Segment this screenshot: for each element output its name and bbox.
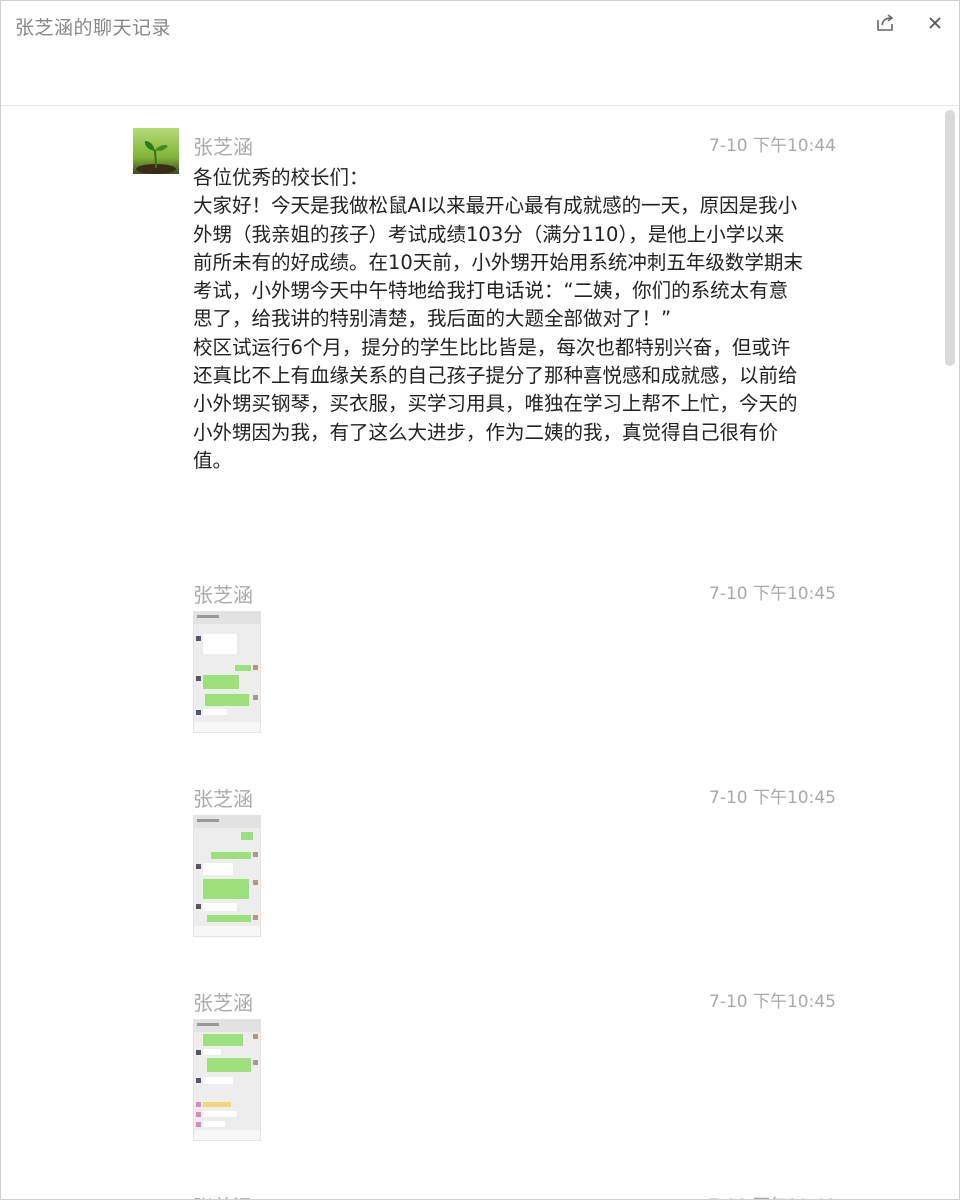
- message-time: 7-10 下午10:48: [709, 1191, 836, 1199]
- message-line: 各位优秀的校长们：: [193, 166, 369, 189]
- message-time: 7-10 下午10:44: [709, 136, 836, 156]
- title-bar: 张芝涵的聊天记录: [1, 1, 959, 106]
- share-icon[interactable]: [873, 11, 897, 35]
- sender-name: 张芝涵: [193, 135, 253, 159]
- close-icon[interactable]: [923, 11, 947, 35]
- message-time: 7-10 下午10:45: [709, 992, 836, 1012]
- message-time: 7-10 下午10:45: [709, 788, 836, 808]
- window-title: 张芝涵的聊天记录: [15, 17, 172, 39]
- chat-screenshot-thumbnail[interactable]: [193, 611, 261, 733]
- chat-screenshot-thumbnail[interactable]: [193, 815, 261, 937]
- message-line: 校区试运行6个月，提分的学生比比皆是，每次也都特别兴奋，但或许还真比不上有血缘关…: [193, 335, 798, 472]
- message-text: 各位优秀的校长们： 大家好！今天是我做松鼠AI以来最开心最有成就感的一天，原因是…: [193, 164, 803, 475]
- sender-name: 张芝涵: [193, 1191, 253, 1199]
- scrollbar[interactable]: [945, 110, 955, 366]
- avatar[interactable]: [133, 128, 179, 174]
- sender-name: 张芝涵: [193, 787, 253, 811]
- message-list[interactable]: 张芝涵 7-10 下午10:44 各位优秀的校长们： 大家好！今天是我做松鼠AI…: [1, 106, 959, 1199]
- sender-name: 张芝涵: [193, 991, 253, 1015]
- message-line: 大家好！今天是我做松鼠AI以来最开心最有成就感的一天，原因是我小外甥（我亲姐的孩…: [193, 194, 803, 331]
- chat-history-window: 张芝涵的聊天记录 张芝涵 7-10 下午10:44 各位优秀的校长们： 大家好！…: [0, 0, 960, 1200]
- message-time: 7-10 下午10:45: [709, 584, 836, 604]
- chat-screenshot-thumbnail[interactable]: [193, 1019, 261, 1141]
- sender-name: 张芝涵: [193, 583, 253, 607]
